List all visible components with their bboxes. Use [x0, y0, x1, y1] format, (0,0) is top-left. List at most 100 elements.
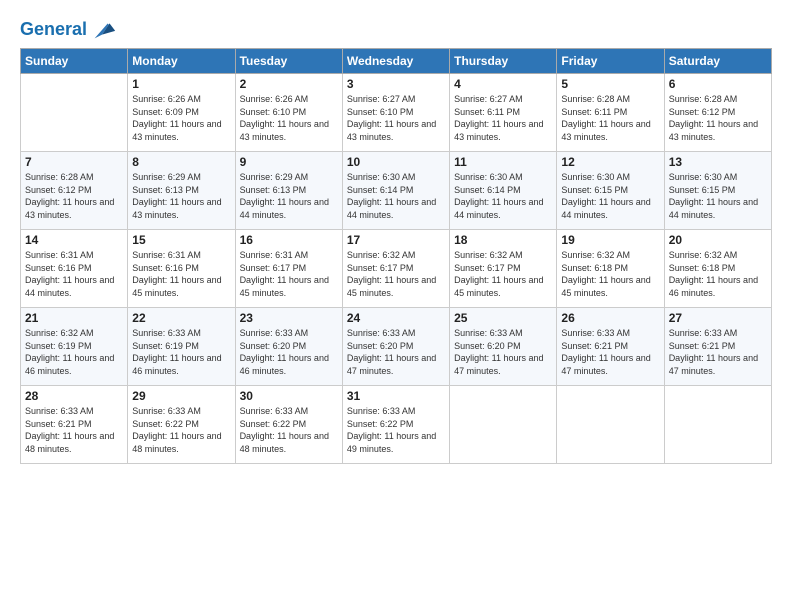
day-info: Sunrise: 6:28 AMSunset: 6:12 PMDaylight:… — [669, 93, 767, 143]
calendar-cell: 24 Sunrise: 6:33 AMSunset: 6:20 PMDayligh… — [342, 308, 449, 386]
day-number: 30 — [240, 389, 338, 403]
day-number: 29 — [132, 389, 230, 403]
calendar-cell: 13Sunrise: 6:30 AMSunset: 6:15 PMDayligh… — [664, 152, 771, 230]
calendar-cell: 7 Sunrise: 6:28 AMSunset: 6:12 PMDaylight… — [21, 152, 128, 230]
week-row-1: 1 Sunrise: 6:26 AMSunset: 6:09 PMDaylight… — [21, 74, 772, 152]
day-number: 24 — [347, 311, 445, 325]
day-info: Sunrise: 6:33 AMSunset: 6:22 PMDaylight:… — [240, 405, 338, 455]
calendar-cell: 23 Sunrise: 6:33 AMSunset: 6:20 PMDayligh… — [235, 308, 342, 386]
calendar-cell: 10 Sunrise: 6:30 AMSunset: 6:14 PMDayligh… — [342, 152, 449, 230]
day-number: 26 — [561, 311, 659, 325]
day-info: Sunrise: 6:31 AMSunset: 6:16 PMDaylight:… — [132, 249, 230, 299]
day-info: Sunrise: 6:26 AMSunset: 6:09 PMDaylight:… — [132, 93, 230, 143]
day-info: Sunrise: 6:29 AMSunset: 6:13 PMDaylight:… — [132, 171, 230, 221]
day-number: 13 — [669, 155, 767, 169]
calendar-cell: 27 Sunrise: 6:33 AMSunset: 6:21 PMDayligh… — [664, 308, 771, 386]
day-info: Sunrise: 6:33 AMSunset: 6:22 PMDaylight:… — [347, 405, 445, 455]
calendar-cell: 31 Sunrise: 6:33 AMSunset: 6:22 PMDayligh… — [342, 386, 449, 464]
logo-text: General — [20, 20, 87, 40]
calendar-cell: 18 Sunrise: 6:32 AMSunset: 6:17 PMDayligh… — [450, 230, 557, 308]
calendar-cell: 26 Sunrise: 6:33 AMSunset: 6:21 PMDayligh… — [557, 308, 664, 386]
calendar-cell: 30 Sunrise: 6:33 AMSunset: 6:22 PMDayligh… — [235, 386, 342, 464]
day-info: Sunrise: 6:33 AMSunset: 6:20 PMDaylight:… — [454, 327, 552, 377]
day-info: Sunrise: 6:33 AMSunset: 6:20 PMDaylight:… — [240, 327, 338, 377]
calendar-cell: 12 Sunrise: 6:30 AMSunset: 6:15 PMDayligh… — [557, 152, 664, 230]
day-info: Sunrise: 6:26 AMSunset: 6:10 PMDaylight:… — [240, 93, 338, 143]
day-number: 27 — [669, 311, 767, 325]
calendar-cell — [450, 386, 557, 464]
day-info: Sunrise: 6:28 AMSunset: 6:12 PMDaylight:… — [25, 171, 123, 221]
day-info: Sunrise: 6:29 AMSunset: 6:13 PMDaylight:… — [240, 171, 338, 221]
weekday-header-thursday: Thursday — [450, 49, 557, 74]
day-info: Sunrise: 6:30 AMSunset: 6:14 PMDaylight:… — [454, 171, 552, 221]
week-row-4: 21 Sunrise: 6:32 AMSunset: 6:19 PMDayligh… — [21, 308, 772, 386]
calendar-cell: 17 Sunrise: 6:32 AMSunset: 6:17 PMDayligh… — [342, 230, 449, 308]
day-info: Sunrise: 6:33 AMSunset: 6:20 PMDaylight:… — [347, 327, 445, 377]
day-number: 22 — [132, 311, 230, 325]
day-number: 12 — [561, 155, 659, 169]
logo-icon — [89, 16, 117, 44]
week-row-5: 28 Sunrise: 6:33 AMSunset: 6:21 PMDayligh… — [21, 386, 772, 464]
calendar-cell: 14 Sunrise: 6:31 AMSunset: 6:16 PMDayligh… — [21, 230, 128, 308]
calendar-cell: 8 Sunrise: 6:29 AMSunset: 6:13 PMDaylight… — [128, 152, 235, 230]
day-number: 8 — [132, 155, 230, 169]
day-info: Sunrise: 6:32 AMSunset: 6:19 PMDaylight:… — [25, 327, 123, 377]
weekday-header-row: SundayMondayTuesdayWednesdayThursdayFrid… — [21, 49, 772, 74]
day-info: Sunrise: 6:31 AMSunset: 6:17 PMDaylight:… — [240, 249, 338, 299]
day-info: Sunrise: 6:28 AMSunset: 6:11 PMDaylight:… — [561, 93, 659, 143]
day-number: 14 — [25, 233, 123, 247]
day-info: Sunrise: 6:32 AMSunset: 6:18 PMDaylight:… — [669, 249, 767, 299]
day-number: 16 — [240, 233, 338, 247]
day-number: 28 — [25, 389, 123, 403]
calendar-cell: 3 Sunrise: 6:27 AMSunset: 6:10 PMDaylight… — [342, 74, 449, 152]
calendar-cell: 15Sunrise: 6:31 AMSunset: 6:16 PMDayligh… — [128, 230, 235, 308]
day-number: 9 — [240, 155, 338, 169]
day-number: 7 — [25, 155, 123, 169]
calendar-cell: 25Sunrise: 6:33 AMSunset: 6:20 PMDayligh… — [450, 308, 557, 386]
day-info: Sunrise: 6:30 AMSunset: 6:14 PMDaylight:… — [347, 171, 445, 221]
calendar-cell: 9 Sunrise: 6:29 AMSunset: 6:13 PMDaylight… — [235, 152, 342, 230]
day-info: Sunrise: 6:33 AMSunset: 6:21 PMDaylight:… — [25, 405, 123, 455]
calendar-cell: 29Sunrise: 6:33 AMSunset: 6:22 PMDayligh… — [128, 386, 235, 464]
day-info: Sunrise: 6:33 AMSunset: 6:19 PMDaylight:… — [132, 327, 230, 377]
calendar-cell: 16 Sunrise: 6:31 AMSunset: 6:17 PMDayligh… — [235, 230, 342, 308]
day-number: 3 — [347, 77, 445, 91]
calendar-cell: 6Sunrise: 6:28 AMSunset: 6:12 PMDaylight… — [664, 74, 771, 152]
day-info: Sunrise: 6:32 AMSunset: 6:17 PMDaylight:… — [454, 249, 552, 299]
week-row-3: 14 Sunrise: 6:31 AMSunset: 6:16 PMDayligh… — [21, 230, 772, 308]
day-number: 23 — [240, 311, 338, 325]
day-number: 21 — [25, 311, 123, 325]
calendar-cell: 5 Sunrise: 6:28 AMSunset: 6:11 PMDaylight… — [557, 74, 664, 152]
calendar-cell — [664, 386, 771, 464]
calendar-cell: 4Sunrise: 6:27 AMSunset: 6:11 PMDaylight… — [450, 74, 557, 152]
calendar-cell — [557, 386, 664, 464]
day-number: 10 — [347, 155, 445, 169]
calendar-cell: 20Sunrise: 6:32 AMSunset: 6:18 PMDayligh… — [664, 230, 771, 308]
day-number: 1 — [132, 77, 230, 91]
logo: General — [20, 16, 117, 40]
day-info: Sunrise: 6:32 AMSunset: 6:17 PMDaylight:… — [347, 249, 445, 299]
calendar-cell: 28 Sunrise: 6:33 AMSunset: 6:21 PMDayligh… — [21, 386, 128, 464]
header: General — [20, 16, 772, 40]
day-number: 2 — [240, 77, 338, 91]
calendar-cell: 11 Sunrise: 6:30 AMSunset: 6:14 PMDayligh… — [450, 152, 557, 230]
day-info: Sunrise: 6:32 AMSunset: 6:18 PMDaylight:… — [561, 249, 659, 299]
day-info: Sunrise: 6:27 AMSunset: 6:10 PMDaylight:… — [347, 93, 445, 143]
calendar-cell: 1 Sunrise: 6:26 AMSunset: 6:09 PMDaylight… — [128, 74, 235, 152]
calendar-cell: 21 Sunrise: 6:32 AMSunset: 6:19 PMDayligh… — [21, 308, 128, 386]
day-number: 17 — [347, 233, 445, 247]
day-number: 11 — [454, 155, 552, 169]
day-number: 5 — [561, 77, 659, 91]
day-number: 18 — [454, 233, 552, 247]
weekday-header-tuesday: Tuesday — [235, 49, 342, 74]
page: General SundayMondayTuesdayWednesdayThur… — [0, 0, 792, 612]
day-number: 31 — [347, 389, 445, 403]
calendar-cell — [21, 74, 128, 152]
day-info: Sunrise: 6:30 AMSunset: 6:15 PMDaylight:… — [561, 171, 659, 221]
weekday-header-wednesday: Wednesday — [342, 49, 449, 74]
day-info: Sunrise: 6:31 AMSunset: 6:16 PMDaylight:… — [25, 249, 123, 299]
calendar-cell: 19Sunrise: 6:32 AMSunset: 6:18 PMDayligh… — [557, 230, 664, 308]
weekday-header-monday: Monday — [128, 49, 235, 74]
day-info: Sunrise: 6:33 AMSunset: 6:21 PMDaylight:… — [669, 327, 767, 377]
day-info: Sunrise: 6:33 AMSunset: 6:21 PMDaylight:… — [561, 327, 659, 377]
